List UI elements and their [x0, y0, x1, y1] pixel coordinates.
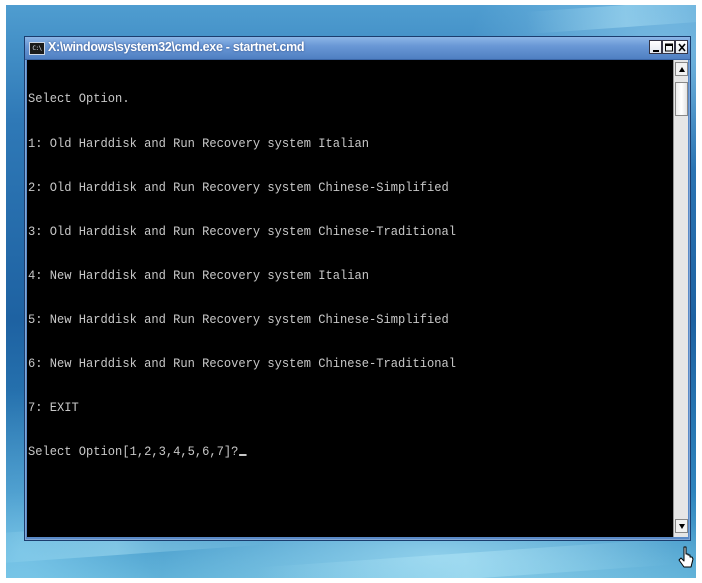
console-line: 7: EXIT: [28, 400, 79, 416]
console-line: 3: Old Harddisk and Run Recovery system …: [28, 223, 457, 239]
cmd-icon[interactable]: C:\: [29, 42, 45, 55]
console-line: 6: New Harddisk and Run Recovery system …: [28, 355, 457, 371]
close-button[interactable]: [675, 40, 688, 54]
close-icon: [678, 43, 686, 52]
wallpaper-streak: [525, 5, 696, 34]
mouse-pointer-icon: [678, 546, 694, 568]
console-line: 4: New Harddisk and Run Recovery system …: [28, 267, 370, 283]
prompt-line[interactable]: Select Option[1,2,3,4,5,6,7]?: [28, 444, 456, 460]
console-text: Select Option. 1: Old Harddisk and Run R…: [28, 63, 456, 489]
title-bar[interactable]: C:\ X:\windows\system32\cmd.exe - startn…: [25, 37, 690, 60]
window-title: X:\windows\system32\cmd.exe - startnet.c…: [48, 40, 305, 54]
console-output[interactable]: Select Option. 1: Old Harddisk and Run R…: [27, 60, 673, 537]
cmd-window[interactable]: C:\ X:\windows\system32\cmd.exe - startn…: [24, 36, 691, 541]
vertical-scrollbar[interactable]: [673, 60, 688, 537]
scroll-up-arrow-icon: [679, 67, 685, 72]
console-line: Select Option.: [28, 91, 130, 107]
scroll-down-button[interactable]: [675, 519, 688, 533]
scroll-up-button[interactable]: [675, 62, 688, 76]
scroll-down-arrow-icon: [679, 524, 685, 529]
console-line: 5: New Harddisk and Run Recovery system …: [28, 311, 449, 327]
wallpaper-streak: [255, 538, 677, 578]
maximize-button[interactable]: [662, 40, 675, 54]
scrollbar-thumb[interactable]: [675, 82, 688, 116]
minimize-button[interactable]: [649, 40, 662, 54]
console-line: 1: Old Harddisk and Run Recovery system …: [28, 135, 370, 151]
console-line: 2: Old Harddisk and Run Recovery system …: [28, 179, 449, 195]
text-cursor: [239, 454, 247, 457]
console-prompt: Select Option[1,2,3,4,5,6,7]?: [28, 444, 239, 460]
